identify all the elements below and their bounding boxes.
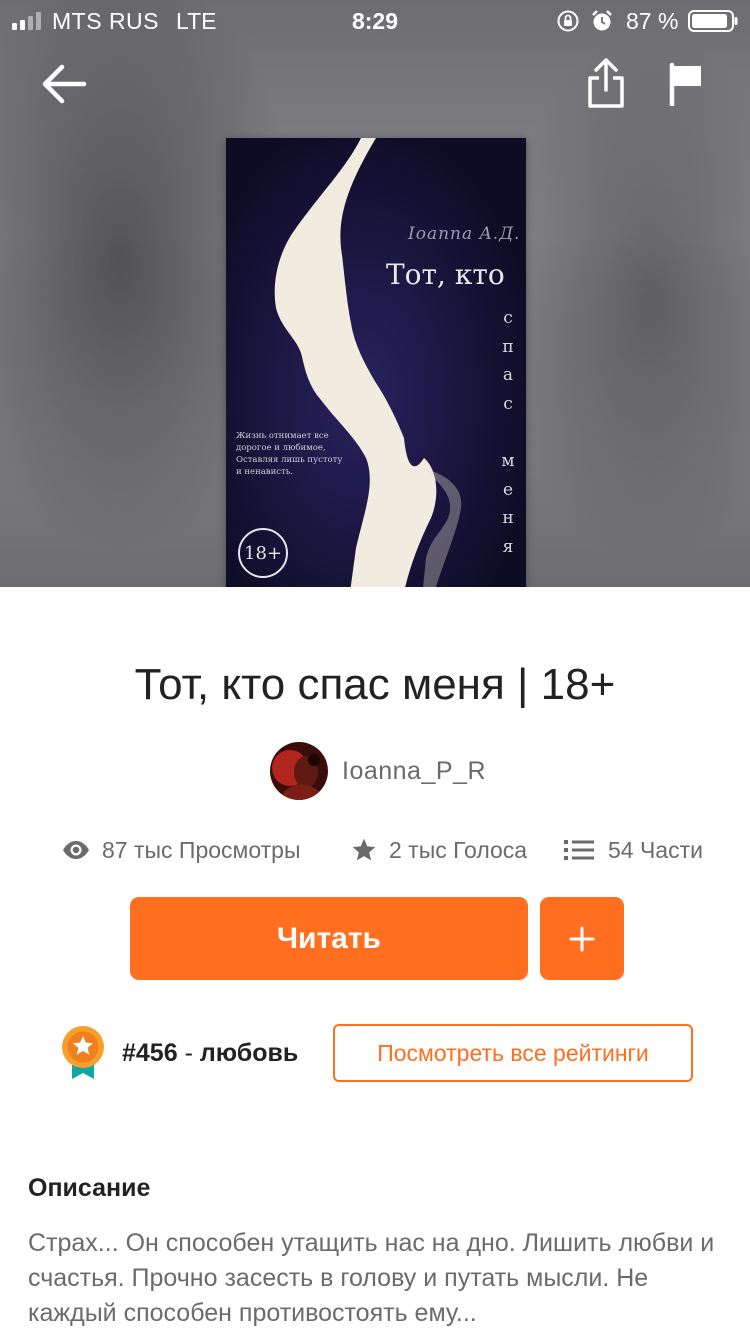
cover-author-text: Ioanna A.Д. [408,224,521,244]
flag-icon[interactable] [668,62,704,106]
share-icon[interactable] [586,58,626,110]
author-avatar[interactable] [270,742,328,800]
parts-count: 54 Части [608,836,703,863]
status-bar: MTS RUS LTE 8:29 87 % [0,0,750,42]
list-icon [564,840,594,860]
battery-percent: 87 % [626,8,679,34]
orientation-lock-icon [557,10,579,32]
cover-letter: с [503,393,513,414]
cover-vertical-title: с п а с м е н я [498,304,518,561]
author-name[interactable]: Ioanna_P_R [342,757,486,786]
cover-blurb: Жизнь отнимает все дорогое и любимое, Ос… [236,431,343,477]
rank-separator: - [177,1038,200,1067]
cover-letter: е [502,479,514,500]
book-title: Тот, кто спас меня | 18+ [134,660,616,709]
views-count: 87 тыс Просмотры [102,836,301,863]
cover-letter: я [502,536,514,557]
description-text[interactable]: Страх... Он способен утащить нас на дно.… [28,1226,728,1331]
battery-icon [688,10,738,32]
back-arrow-icon[interactable] [40,60,88,108]
cover-letter: с [503,308,513,328]
plus-icon [569,926,595,951]
views-stat: 87 тыс Просмотры [62,832,301,868]
cover-age-badge: 18+ [238,528,288,578]
author-link[interactable]: Ioanna_P_R [270,742,486,800]
cover-title-text: Тот, кто [386,258,505,291]
add-to-library-button[interactable] [540,897,624,980]
read-button[interactable]: Читать [130,897,528,980]
view-all-rankings-button[interactable]: Посмотреть все рейтинги [333,1024,693,1082]
rank-tag: любовь [199,1038,299,1067]
cover-letter: п [502,336,514,357]
medal-icon [62,1026,104,1079]
book-cover[interactable]: Ioanna A.Д. Тот, кто с п а с м е н я Жиз… [226,138,526,587]
rank-label[interactable]: #456 - любовь [122,1039,298,1068]
votes-stat: 2 тыс Голоса [351,832,527,868]
cover-letter: а [502,365,514,386]
star-icon [352,838,376,861]
alarm-icon [592,10,612,31]
ranking-row: #456 - любовь [60,1024,298,1082]
description-heading: Описание [28,1174,151,1202]
cover-letter: н [502,508,514,529]
parts-stat: 54 Части [564,832,703,868]
cover-letter: м [501,450,515,471]
story-stats: 87 тыс Просмотры 2 тыс Голоса 54 Части [0,832,750,868]
eye-icon [63,841,89,859]
cover-backdrop: MTS RUS LTE 8:29 87 % Ioanna A.Д. Тот, к… [0,0,750,587]
cover-letter [498,418,518,447]
votes-count: 2 тыс Голоса [389,836,528,863]
rank-number: #456 [122,1038,178,1067]
cover-silhouette [226,138,526,587]
